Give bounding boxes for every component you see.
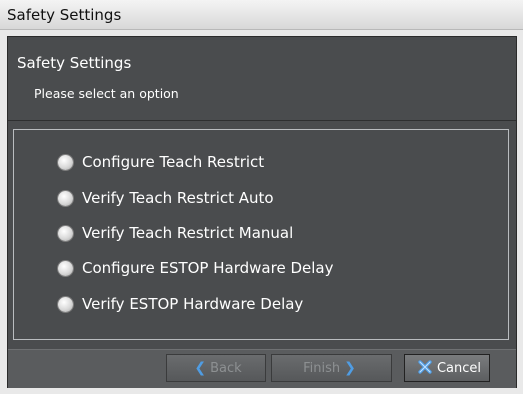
- finish-button[interactable]: Finish ❯: [271, 354, 392, 382]
- back-button[interactable]: ❮ Back: [166, 354, 266, 382]
- radio-button[interactable]: [58, 190, 73, 206]
- cancel-x-icon: [417, 359, 433, 378]
- header-subtitle: Please select an option: [34, 86, 179, 101]
- safety-settings-dialog: Safety Settings Safety Settings Please s…: [0, 0, 523, 394]
- option-configure-estop-hardware-delay[interactable]: Configure ESTOP Hardware Delay: [58, 256, 333, 280]
- button-bar: ❮ Back Finish ❯ Cancel: [8, 349, 516, 388]
- cancel-button[interactable]: Cancel: [404, 354, 490, 382]
- header-divider: [8, 120, 516, 121]
- option-label: Configure ESTOP Hardware Delay: [82, 259, 334, 277]
- window-title: Safety Settings: [7, 6, 122, 24]
- option-verify-estop-hardware-delay[interactable]: Verify ESTOP Hardware Delay: [58, 292, 303, 316]
- chevron-left-icon: ❮: [194, 360, 207, 376]
- header-title: Safety Settings: [17, 54, 132, 72]
- options-group: Configure Teach Restrict Verify Teach Re…: [13, 129, 509, 340]
- radio-button[interactable]: [58, 225, 73, 241]
- radio-button[interactable]: [58, 296, 73, 312]
- wizard-panel: Safety Settings Please select an option …: [7, 36, 517, 388]
- option-label: Verify Teach Restrict Manual: [82, 224, 294, 242]
- radio-button[interactable]: [58, 154, 73, 170]
- option-verify-teach-restrict-auto[interactable]: Verify Teach Restrict Auto: [58, 186, 274, 210]
- chevron-right-icon: ❯: [344, 360, 356, 376]
- radio-button[interactable]: [58, 260, 73, 276]
- cancel-button-label: Cancel: [436, 360, 482, 376]
- option-configure-teach-restrict[interactable]: Configure Teach Restrict: [58, 150, 264, 174]
- option-label: Verify Teach Restrict Auto: [82, 189, 274, 207]
- option-label: Verify ESTOP Hardware Delay: [82, 295, 304, 313]
- finish-button-label: Finish: [303, 360, 341, 376]
- option-verify-teach-restrict-manual[interactable]: Verify Teach Restrict Manual: [58, 221, 293, 245]
- window-titlebar[interactable]: Safety Settings: [0, 0, 523, 30]
- option-label: Configure Teach Restrict: [82, 153, 265, 171]
- back-button-label: Back: [210, 360, 242, 376]
